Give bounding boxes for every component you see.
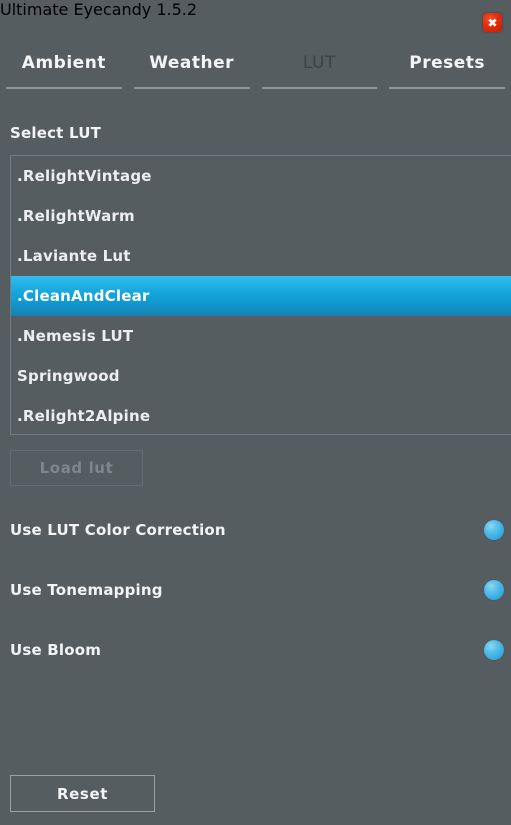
list-item[interactable]: Springwood bbox=[11, 356, 511, 396]
close-icon[interactable]: ✖ bbox=[483, 13, 502, 32]
list-item[interactable]: .Nemesis LUT bbox=[11, 316, 511, 356]
tab-ambient-label: Ambient bbox=[21, 53, 106, 73]
list-item-label: Springwood bbox=[17, 367, 120, 385]
toggle-label-lut-color-correction: Use LUT Color Correction bbox=[10, 521, 226, 539]
list-item[interactable]: .Laviante Lut bbox=[11, 236, 511, 276]
reset-button-label: Reset bbox=[57, 784, 108, 803]
toggle-switch-lut-color-correction[interactable] bbox=[484, 520, 504, 540]
tab-lut[interactable]: LUT bbox=[256, 44, 384, 89]
list-item-label: .Nemesis LUT bbox=[17, 327, 134, 345]
toggle-row-tonemapping[interactable]: Use Tonemapping bbox=[10, 578, 504, 602]
list-item-label: .CleanAndClear bbox=[17, 287, 150, 305]
tab-weather-label: Weather bbox=[149, 53, 235, 73]
close-glyph: ✖ bbox=[487, 15, 498, 30]
list-item-label: .Laviante Lut bbox=[17, 247, 131, 265]
list-item[interactable]: .RelightVintage bbox=[11, 156, 511, 196]
list-item-label: .RelightVintage bbox=[17, 167, 152, 185]
list-item[interactable]: .Relight2Alpine bbox=[11, 396, 511, 434]
tab-presets[interactable]: Presets bbox=[383, 44, 511, 89]
list-item-selected[interactable]: .CleanAndClear bbox=[11, 276, 511, 316]
title-bar: Ultimate Eyecandy 1.5.2 ✖ bbox=[0, 0, 511, 42]
list-item[interactable]: .RelightWarm bbox=[11, 196, 511, 236]
tab-strip: Ambient Weather LUT Presets bbox=[0, 44, 511, 89]
tab-ambient[interactable]: Ambient bbox=[0, 44, 128, 89]
tab-presets-label: Presets bbox=[409, 53, 486, 73]
load-lut-button[interactable]: Load lut bbox=[10, 450, 143, 486]
toggle-label-bloom: Use Bloom bbox=[10, 641, 102, 659]
tab-lut-label: LUT bbox=[302, 53, 336, 73]
load-lut-button-label: Load lut bbox=[39, 459, 114, 477]
lut-list[interactable]: .RelightVintage .RelightWarm .Laviante L… bbox=[10, 155, 511, 435]
list-item-label: .Relight2Alpine bbox=[17, 407, 151, 425]
tab-weather[interactable]: Weather bbox=[128, 44, 256, 89]
page-title: Ultimate Eyecandy 1.5.2 bbox=[0, 0, 198, 19]
toggle-switch-tonemapping[interactable] bbox=[484, 580, 504, 600]
toggle-label-tonemapping: Use Tonemapping bbox=[10, 581, 163, 599]
toggle-row-lut-color-correction[interactable]: Use LUT Color Correction bbox=[10, 518, 504, 542]
reset-button[interactable]: Reset bbox=[10, 775, 155, 812]
toggle-row-bloom[interactable]: Use Bloom bbox=[10, 638, 504, 662]
select-lut-label: Select LUT bbox=[10, 124, 102, 142]
toggle-switch-bloom[interactable] bbox=[484, 640, 504, 660]
list-item-label: .RelightWarm bbox=[17, 207, 135, 225]
